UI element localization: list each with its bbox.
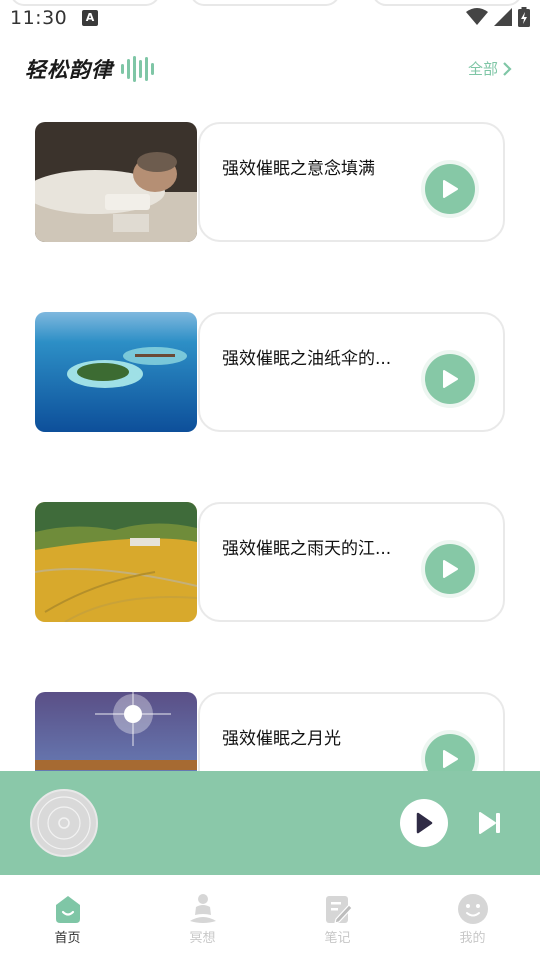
play-icon [443,370,458,388]
nav-label: 笔记 [324,931,351,946]
bottom-nav: 首页 冥想 笔记 我的 [0,875,540,960]
nav-item-notes[interactable]: 笔记 [270,875,405,960]
play-button[interactable] [425,544,475,594]
track-title: 强效催眠之意念填满 [222,159,375,179]
album-disc[interactable] [30,789,98,857]
terraced-rice-fields-photo [35,502,197,622]
battery-charging-icon [518,7,530,27]
track-card[interactable]: 强效催眠之油纸伞的... [35,312,505,432]
see-all-link[interactable]: 全部 [468,58,512,79]
notification-icon: A [82,10,98,26]
track-card-body[interactable]: 强效催眠之意念填满 [198,122,505,242]
partial-tab-pill[interactable] [10,0,160,6]
track-card-body[interactable]: 强效催眠之油纸伞的... [198,312,505,432]
wifi-icon [466,8,488,25]
track-card-body[interactable]: 强效催眠之雨天的江... [198,502,505,622]
man-sleeping-photo [35,122,197,242]
note-icon [322,893,354,925]
skip-next-icon [479,812,500,834]
sound-wave-icon [121,56,154,82]
meditation-icon [187,893,219,925]
play-icon [416,812,433,834]
play-icon [443,180,458,198]
nav-item-meditation[interactable]: 冥想 [135,875,270,960]
home-icon [52,893,84,925]
status-time: 11:30 [10,7,68,29]
track-title: 强效催眠之油纸伞的... [222,349,392,369]
track-title: 强效催眠之雨天的江... [222,539,392,559]
tropical-island-photo [35,312,197,432]
chevron-right-icon [503,61,512,76]
track-title: 强效催眠之月光 [222,729,341,749]
track-card[interactable]: 强效催眠之意念填满 [35,122,505,242]
partial-tab-pill[interactable] [372,0,522,6]
nav-label: 冥想 [189,931,216,946]
partial-tab-pill[interactable] [190,0,340,6]
status-bar: 11:30 A [0,0,540,36]
play-icon [443,750,458,768]
nav-label: 首页 [54,931,81,946]
see-all-label: 全部 [467,60,498,78]
nav-item-home[interactable]: 首页 [0,875,135,960]
disc-icon [37,796,91,850]
track-card[interactable]: 强效催眠之雨天的江... [35,502,505,622]
player-play-button[interactable] [400,799,448,847]
status-icons [466,7,530,27]
brand-title: 轻松韵律 [25,58,113,82]
play-button[interactable] [425,354,475,404]
signal-icon [494,8,512,26]
nav-item-profile[interactable]: 我的 [405,875,540,960]
nav-label: 我的 [459,931,486,946]
play-button[interactable] [425,164,475,214]
skip-next-button[interactable] [476,809,504,837]
play-icon [443,560,458,578]
profile-icon [457,893,489,925]
brand-header: 轻松韵律 [25,54,154,84]
mini-player [0,771,540,875]
